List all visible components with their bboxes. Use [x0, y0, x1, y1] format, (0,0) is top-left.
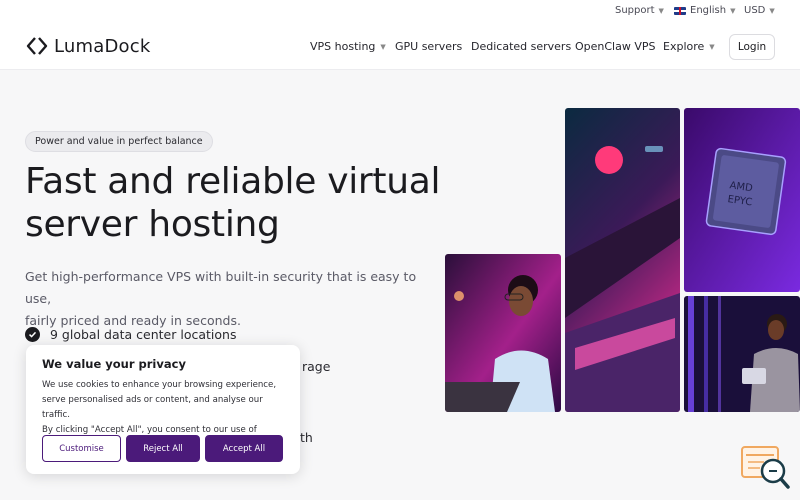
brand-name: LumaDock	[54, 35, 151, 57]
reject-all-button[interactable]: Reject All	[126, 435, 200, 462]
hero-title: Fast and reliable virtual server hosting	[25, 160, 445, 246]
nav-label: VPS hosting	[310, 40, 376, 53]
brand-logo[interactable]: LumaDock	[26, 35, 150, 57]
chevron-down-icon: ▼	[658, 6, 664, 15]
nav-openclaw-vps[interactable]: OpenClaw VPS	[575, 40, 656, 53]
check-icon	[25, 327, 40, 342]
feature-label: th	[300, 430, 313, 445]
photo-laptop-neon	[565, 108, 680, 412]
hero-subtitle-line: Get high-performance VPS with built-in s…	[25, 269, 417, 306]
hero-subtitle: Get high-performance VPS with built-in s…	[25, 266, 425, 332]
lumadock-logo-icon	[26, 37, 48, 55]
support-label: Support	[615, 5, 655, 16]
hero-subtitle-line: fairly priced and ready in seconds.	[25, 313, 241, 328]
help-widget[interactable]	[740, 445, 792, 491]
nav-label: OpenClaw VPS	[575, 40, 656, 53]
feature-item: 9 global data center locations	[25, 327, 236, 342]
currency-selector[interactable]: USD ▼	[744, 5, 775, 16]
currency-label: USD	[744, 5, 766, 16]
nav-gpu-servers[interactable]: GPU servers	[395, 40, 462, 53]
language-selector[interactable]: English ▼	[674, 5, 736, 16]
photo-woman-datacenter	[684, 296, 800, 412]
chevron-down-icon: ▼	[709, 42, 715, 51]
main-navigation: LumaDock VPS hosting ▼ GPU servers Dedic…	[0, 23, 800, 70]
search-help-icon	[741, 446, 790, 489]
hero-title-line: Fast and reliable virtual	[25, 161, 441, 202]
hero-badge: Power and value in perfect balance	[25, 131, 213, 152]
hero-title-line: server hosting	[25, 204, 280, 245]
language-label: English	[690, 5, 727, 16]
feature-label: rage	[302, 359, 331, 374]
cookie-body-line: serve personalised ads or content, and a…	[42, 395, 263, 420]
nav-dedicated-servers[interactable]: Dedicated servers	[471, 40, 571, 53]
photo-woman-headset	[445, 254, 561, 412]
feature-item-partial: rage	[302, 359, 330, 374]
login-button[interactable]: Login	[729, 34, 775, 60]
accept-all-button[interactable]: Accept All	[205, 435, 283, 462]
customise-button[interactable]: Customise	[42, 435, 121, 462]
nav-label: GPU servers	[395, 40, 463, 53]
support-menu[interactable]: Support ▼	[615, 5, 664, 16]
photo-amd-epyc-chip: AMD EPYC	[684, 108, 800, 292]
feature-label: 9 global data center locations	[50, 327, 237, 342]
top-utility-bar: Support ▼ English ▼ USD ▼	[0, 0, 800, 23]
nav-label: Dedicated servers	[471, 40, 572, 53]
cookie-consent-dialog: We value your privacy We use cookies to …	[26, 345, 300, 474]
chevron-down-icon: ▼	[730, 6, 736, 15]
nav-explore[interactable]: Explore ▼	[663, 40, 715, 53]
nav-vps-hosting[interactable]: VPS hosting ▼	[310, 40, 386, 53]
chevron-down-icon: ▼	[380, 42, 386, 51]
cookie-title: We value your privacy	[42, 357, 186, 371]
cookie-body-line: We use cookies to enhance your browsing …	[42, 380, 277, 390]
nav-label: Explore	[663, 40, 705, 53]
feature-item-partial: th	[300, 430, 313, 445]
chevron-down-icon: ▼	[769, 6, 775, 15]
uk-flag-icon	[674, 6, 686, 15]
